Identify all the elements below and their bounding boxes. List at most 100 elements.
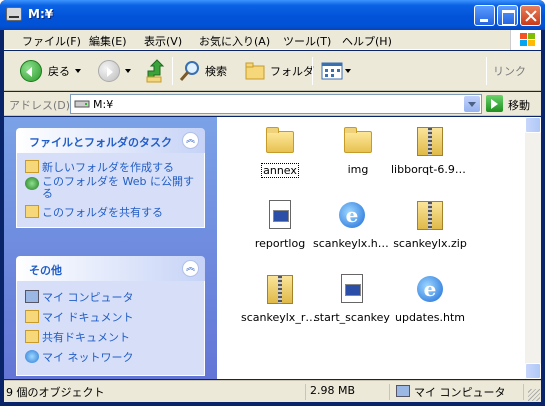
toolbar-separator bbox=[312, 57, 313, 85]
toolbar-separator bbox=[172, 57, 173, 85]
links-button[interactable]: リンク bbox=[493, 57, 526, 85]
my-computer-icon bbox=[396, 385, 410, 397]
folders-button[interactable]: フォルダ bbox=[244, 57, 314, 85]
other-panel-title: その他 bbox=[29, 264, 62, 277]
file-name: scankeylx_r0... bbox=[241, 311, 319, 324]
ie-document-icon: e bbox=[336, 199, 368, 231]
views-dropdown-icon bbox=[345, 69, 351, 73]
go-button[interactable]: 移動 bbox=[486, 94, 538, 114]
address-bar: アドレス(D) M:¥ 移動 bbox=[4, 92, 541, 116]
menu-bar: ファイル(F) 編集(E) 表示(V) お気に入り(A) ツール(T) ヘルプ(… bbox=[4, 30, 541, 50]
scroll-up-button[interactable] bbox=[525, 117, 541, 133]
menu-help[interactable]: ヘルプ(H) bbox=[342, 33, 392, 49]
explorer-window: M:¥ ファイル(F) 編集(E) 表示(V) お気に入り(A) ツール(T) … bbox=[0, 0, 545, 406]
toolbar-separator bbox=[486, 57, 487, 85]
task-publish-web-label: このフォルダを Web に公開する bbox=[42, 175, 194, 200]
maximize-button[interactable] bbox=[497, 5, 518, 26]
views-icon bbox=[321, 62, 343, 80]
address-value[interactable]: M:¥ bbox=[93, 98, 113, 111]
file-name: scankeylx.zip bbox=[393, 237, 467, 250]
place-my-network[interactable]: マイ ネットワーク bbox=[17, 349, 204, 369]
place-my-computer-label: マイ コンピュータ bbox=[42, 291, 134, 304]
menu-view[interactable]: 表示(V) bbox=[144, 33, 182, 49]
file-item[interactable]: e scankeylx.htm bbox=[313, 199, 391, 253]
minimize-button[interactable] bbox=[474, 5, 495, 26]
task-share-folder-label: このフォルダを共有する bbox=[42, 206, 163, 219]
menu-favorites[interactable]: お気に入り(A) bbox=[199, 33, 270, 49]
collapse-chevron-icon[interactable]: ︽ bbox=[182, 260, 199, 277]
back-dropdown-icon[interactable] bbox=[75, 69, 81, 73]
status-location: マイ コンピュータ bbox=[394, 384, 524, 400]
other-panel: その他 ︽ マイ コンピュータ マイ ドキュメント 共有ドキュメント マイ ネッ… bbox=[16, 256, 205, 376]
task-panel-title: ファイルとフォルダのタスク bbox=[29, 136, 172, 149]
task-new-folder-label: 新しいフォルダを作成する bbox=[42, 161, 174, 174]
window-title: M:¥ bbox=[28, 7, 54, 21]
file-item[interactable]: scankeylx.zip bbox=[391, 199, 469, 253]
scroll-down-button[interactable] bbox=[525, 363, 541, 379]
back-button[interactable]: 戻る bbox=[20, 57, 81, 85]
folder-icon bbox=[264, 125, 296, 157]
forward-button[interactable] bbox=[98, 57, 131, 85]
zip-icon bbox=[264, 273, 296, 305]
resize-grip[interactable] bbox=[528, 389, 540, 401]
status-size: 2.98 MB bbox=[310, 384, 390, 400]
menu-file[interactable]: ファイル(F) bbox=[22, 33, 81, 49]
file-item[interactable]: annex bbox=[241, 125, 319, 181]
place-shared-documents[interactable]: 共有ドキュメント bbox=[17, 329, 204, 349]
menu-tools[interactable]: ツール(T) bbox=[283, 33, 331, 49]
menu-edit[interactable]: 編集(E) bbox=[89, 33, 127, 49]
file-item[interactable]: img bbox=[319, 125, 397, 179]
back-arrow-icon bbox=[20, 60, 42, 82]
task-share-folder[interactable]: このフォルダを共有する bbox=[17, 204, 204, 221]
search-label: 検索 bbox=[205, 65, 227, 78]
zip-icon bbox=[414, 199, 446, 231]
file-item[interactable]: scankeylx_r0... bbox=[241, 273, 319, 327]
content-area: ファイルとフォルダのタスク ︽ 新しいフォルダを作成する このフォルダを Web… bbox=[4, 117, 541, 379]
forward-dropdown-icon[interactable] bbox=[125, 69, 131, 73]
search-icon bbox=[179, 61, 199, 81]
other-panel-header[interactable]: その他 ︽ bbox=[16, 256, 205, 281]
up-folder-icon bbox=[146, 59, 165, 83]
ie-document-icon: e bbox=[414, 273, 446, 305]
place-my-computer[interactable]: マイ コンピュータ bbox=[17, 289, 204, 309]
status-object-count: 9 個のオブジェクト bbox=[6, 384, 306, 400]
up-folder-button[interactable] bbox=[145, 57, 169, 85]
address-label: アドレス(D) bbox=[9, 99, 71, 112]
my-network-icon bbox=[25, 350, 39, 363]
go-label: 移動 bbox=[508, 99, 530, 112]
task-panel: ファイルとフォルダのタスク ︽ 新しいフォルダを作成する このフォルダを Web… bbox=[16, 128, 205, 228]
file-item[interactable]: reportlog bbox=[241, 199, 319, 253]
file-name: updates.htm bbox=[395, 311, 465, 324]
file-item[interactable]: libborqt-6.9-... bbox=[391, 125, 469, 179]
views-button[interactable] bbox=[321, 57, 351, 85]
zip-icon bbox=[414, 125, 446, 157]
text-document-icon bbox=[264, 199, 296, 231]
close-button[interactable] bbox=[520, 5, 541, 26]
toolbar: 戻る 検索 フォルダ リンク bbox=[4, 51, 541, 91]
search-button[interactable]: 検索 bbox=[179, 57, 227, 85]
status-bar: 9 個のオブジェクト 2.98 MB マイ コンピュータ bbox=[4, 380, 541, 402]
task-publish-web[interactable]: このフォルダを Web に公開する bbox=[17, 176, 204, 204]
file-name: start_scankey bbox=[314, 311, 390, 324]
share-folder-icon bbox=[25, 205, 39, 218]
address-field[interactable]: M:¥ bbox=[70, 94, 482, 114]
vertical-scrollbar[interactable] bbox=[525, 117, 541, 379]
place-shared-documents-label: 共有ドキュメント bbox=[42, 331, 130, 344]
file-name: scankeylx.htm bbox=[313, 237, 391, 250]
other-panel-body: マイ コンピュータ マイ ドキュメント 共有ドキュメント マイ ネットワーク bbox=[16, 281, 205, 376]
file-item[interactable]: e updates.htm bbox=[391, 273, 469, 327]
file-name: annex bbox=[261, 163, 299, 178]
back-label: 戻る bbox=[48, 65, 70, 78]
title-bar[interactable]: M:¥ bbox=[0, 0, 545, 30]
address-dropdown-icon[interactable] bbox=[464, 96, 480, 112]
file-name: libborqt-6.9-... bbox=[391, 163, 469, 176]
task-new-folder[interactable]: 新しいフォルダを作成する bbox=[17, 159, 204, 176]
file-list: annex img libborqt-6.9-... reportlog e s… bbox=[217, 117, 525, 379]
task-pane: ファイルとフォルダのタスク ︽ 新しいフォルダを作成する このフォルダを Web… bbox=[4, 117, 217, 379]
folders-icon bbox=[245, 62, 265, 80]
task-panel-header[interactable]: ファイルとフォルダのタスク ︽ bbox=[16, 128, 205, 153]
collapse-chevron-icon[interactable]: ︽ bbox=[182, 132, 199, 149]
place-my-documents[interactable]: マイ ドキュメント bbox=[17, 309, 204, 329]
folder-icon bbox=[342, 125, 374, 157]
file-item[interactable]: start_scankey bbox=[313, 273, 391, 327]
